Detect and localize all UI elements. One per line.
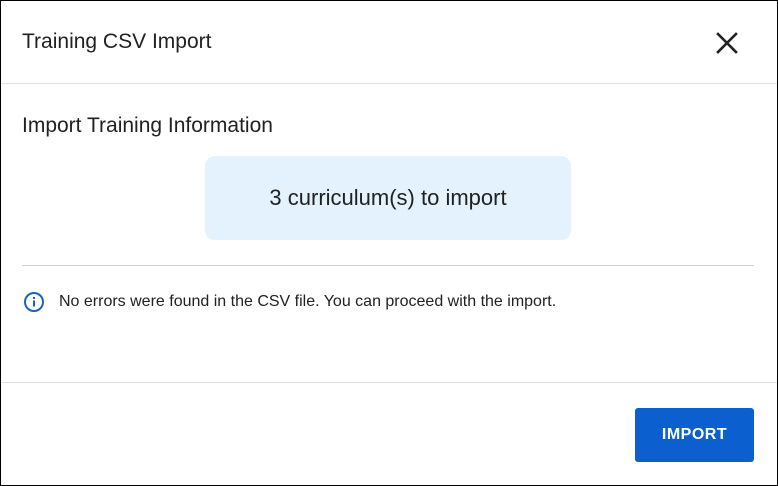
section-title: Import Training Information [22, 114, 273, 137]
info-message-row: No errors were found in the CSV file. Yo… [23, 291, 556, 313]
import-summary-text: 3 curriculum(s) to import [269, 185, 507, 210]
close-button[interactable] [709, 25, 745, 61]
dialog-footer: IMPORT [1, 382, 777, 486]
close-icon [716, 32, 738, 54]
info-message-text: No errors were found in the CSV file. Yo… [59, 293, 557, 310]
info-icon [23, 291, 45, 313]
import-summary-card: 3 curriculum(s) to import [205, 156, 571, 240]
content-divider [22, 265, 754, 266]
dialog-title: Training CSV Import [22, 30, 212, 53]
training-csv-import-dialog: Training CSV Import Import Training Info… [0, 0, 778, 486]
import-button[interactable]: IMPORT [635, 408, 754, 462]
dialog-header: Training CSV Import [1, 1, 777, 84]
